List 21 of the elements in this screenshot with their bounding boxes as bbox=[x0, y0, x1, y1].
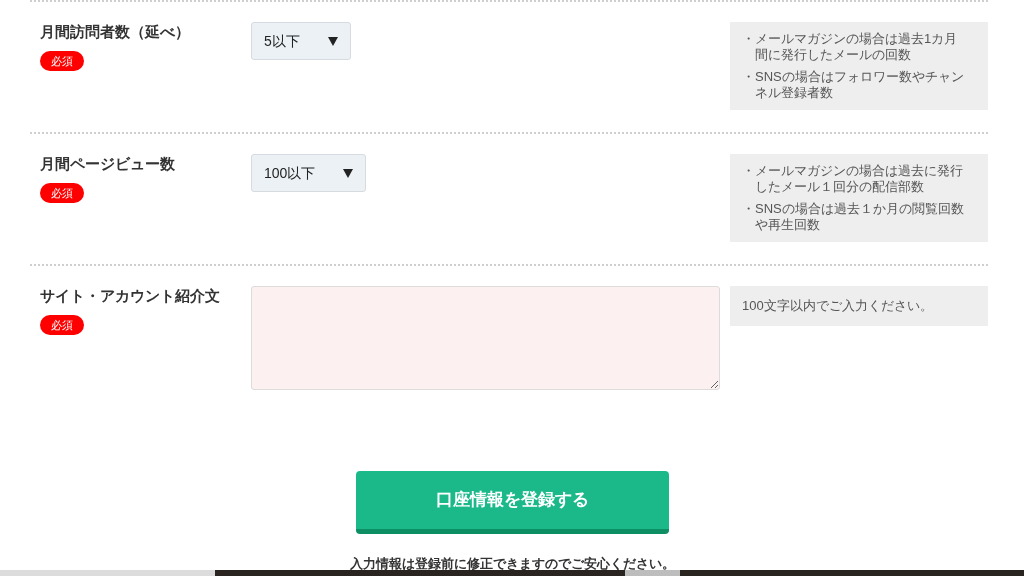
reassurance-text: 入力情報は登録前に修正できますのでご安心ください。 bbox=[349, 556, 675, 572]
field-label: 月間訪問者数（延べ） bbox=[40, 22, 190, 42]
hint-text: SNSの場合はフォロワー数やチャンネル登録者数 bbox=[755, 69, 965, 101]
text-area[interactable] bbox=[251, 286, 720, 390]
required-badge: 必須 bbox=[40, 315, 84, 335]
required-badge: 必須 bbox=[40, 183, 84, 203]
hint-text: SNSの場合は過去１か月の閲覧回数や再生回数 bbox=[755, 201, 965, 233]
bullet: ・ bbox=[742, 163, 755, 180]
hint-text: メールマガジンの場合は過去に発行したメール１回分の配信部数 bbox=[755, 163, 964, 195]
dropdown[interactable]: 5以下 bbox=[251, 22, 351, 60]
dropdown[interactable]: 100以下 bbox=[251, 154, 367, 192]
field-label: 月間ページビュー数 bbox=[40, 154, 175, 174]
field-label: サイト・アカウント紹介文 bbox=[40, 286, 220, 306]
bullet: ・ bbox=[742, 69, 755, 86]
required-badge: 必須 bbox=[40, 51, 84, 71]
hint-text: 100文字以内でご入力ください。 bbox=[742, 297, 934, 315]
bullet: ・ bbox=[742, 201, 755, 218]
bullet: ・ bbox=[742, 31, 755, 48]
caret-icon bbox=[327, 36, 338, 46]
hint-text: メールマガジンの場合は過去1カ月間に発行したメールの回数 bbox=[755, 31, 959, 63]
caret-icon bbox=[343, 168, 354, 178]
